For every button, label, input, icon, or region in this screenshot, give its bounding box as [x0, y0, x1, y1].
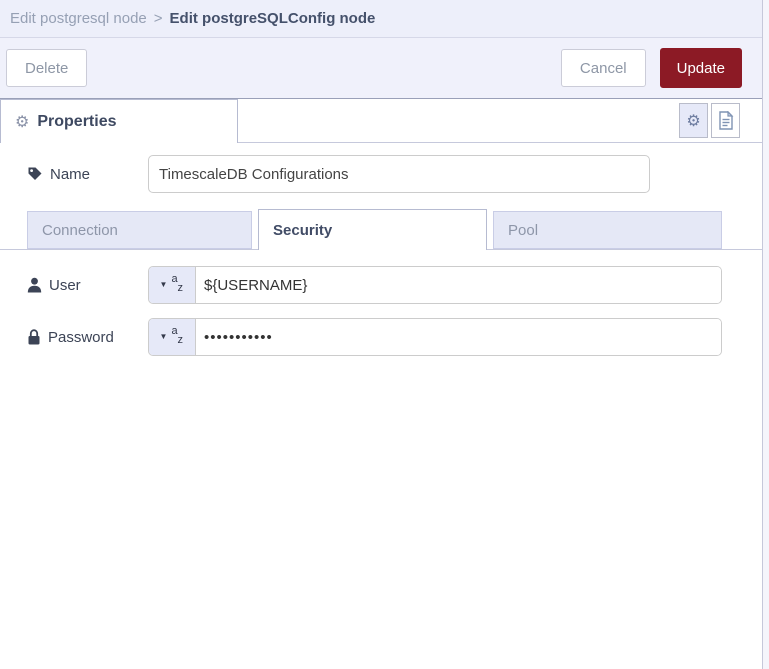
- description-button[interactable]: [711, 103, 740, 138]
- section-tabs: Connection Security Pool: [0, 209, 762, 250]
- document-icon: [718, 111, 733, 130]
- chevron-down-icon: ▼: [159, 280, 168, 289]
- breadcrumb-parent-link[interactable]: Edit postgresql node: [10, 10, 147, 27]
- password-type-select-button[interactable]: ▼ a z: [149, 319, 196, 355]
- tab-strip-actions: ⚙: [679, 103, 740, 138]
- password-label: Password: [27, 329, 148, 346]
- properties-tab-label: Properties: [37, 112, 117, 130]
- name-label: Name: [27, 166, 148, 183]
- name-input[interactable]: [148, 155, 650, 193]
- gear-icon: ⚙: [15, 113, 30, 131]
- dialog-toolbar: Delete Cancel Update: [0, 38, 762, 99]
- password-typed-input: ▼ a z: [148, 318, 722, 356]
- gear-icon: ⚙: [686, 112, 701, 130]
- user-input[interactable]: [196, 267, 721, 303]
- password-row: Password ▼ a z: [27, 318, 762, 356]
- user-row: User ▼ a z: [27, 266, 762, 304]
- password-input[interactable]: [196, 319, 721, 355]
- update-button[interactable]: Update: [659, 48, 742, 88]
- chevron-down-icon: ▼: [159, 332, 168, 341]
- breadcrumb: Edit postgresql node > Edit postgreSQLCo…: [0, 0, 762, 38]
- breadcrumb-separator: >: [153, 10, 163, 27]
- user-label: User: [27, 277, 148, 294]
- name-row: Name: [27, 155, 762, 193]
- user-type-select-button[interactable]: ▼ a z: [149, 267, 196, 303]
- edit-config-dialog: Edit postgresql node > Edit postgreSQLCo…: [0, 0, 769, 669]
- editor-tab-strip: ⚙ Properties ⚙: [0, 99, 762, 143]
- user-icon: [27, 277, 42, 293]
- node-config-form: Name Connection Security Pool: [0, 143, 762, 356]
- scrollbar-track[interactable]: [763, 0, 769, 669]
- delete-button[interactable]: Delete: [6, 49, 88, 87]
- lock-icon: [28, 329, 40, 345]
- string-type-icon: a z: [171, 325, 183, 346]
- tag-icon: [28, 167, 42, 180]
- tab-pool[interactable]: Pool: [493, 211, 722, 249]
- cancel-button[interactable]: Cancel: [560, 49, 646, 87]
- tab-security[interactable]: Security: [258, 209, 487, 250]
- edit-tray: Edit postgresql node > Edit postgreSQLCo…: [0, 0, 763, 669]
- tab-connection[interactable]: Connection: [27, 211, 252, 249]
- edit-properties-button[interactable]: ⚙: [679, 103, 708, 138]
- breadcrumb-current: Edit postgreSQLConfig node: [169, 10, 376, 27]
- string-type-icon: a z: [171, 273, 183, 294]
- tab-properties[interactable]: ⚙ Properties: [0, 99, 238, 143]
- user-typed-input: ▼ a z: [148, 266, 722, 304]
